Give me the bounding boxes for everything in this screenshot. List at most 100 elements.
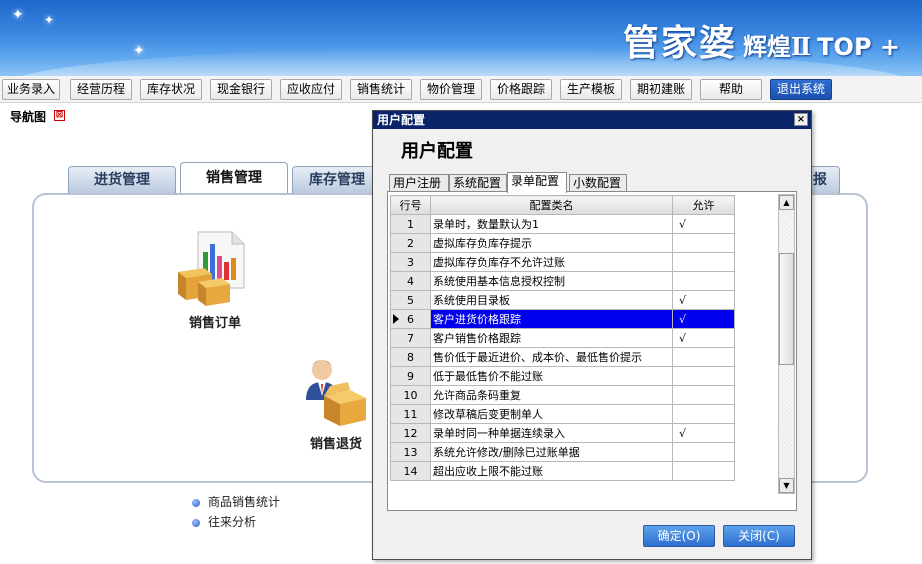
user-config-dialog: 用户配置 × 用户配置 用户注册 系统配置 录单配置 小数配置 行号 配置类名 … (372, 110, 812, 560)
toolbar-production-template-button[interactable]: 生产模板 (560, 79, 622, 100)
table-row[interactable]: 8 售价低于最近进价、成本价、最低售价提示 (390, 347, 735, 367)
allow-checkbox[interactable]: √ (672, 309, 735, 329)
bullet-icon (192, 498, 200, 507)
tab-sales-management[interactable]: 销售管理 (180, 162, 288, 195)
brand-main: 管家婆 (622, 22, 737, 64)
entry-config-panel: 行号 配置类名 允许 1 录单时，数量默认为1 √ 2 虚拟库存负库存提示 3 虚拟库存… (387, 191, 797, 511)
row-number: 12 (390, 423, 431, 443)
config-name: 修改草稿后变更制单人 (430, 404, 673, 424)
config-name: 低于最低售价不能过账 (430, 366, 673, 386)
main-toolbar: 业务录入 经营历程 库存状况 现金银行 应收应付 销售统计 物价管理 价格跟踪 … (0, 76, 922, 103)
row-number: 8 (390, 347, 431, 367)
toolbar-price-management-button[interactable]: 物价管理 (420, 79, 482, 100)
column-header-allow[interactable]: 允许 (672, 195, 735, 215)
table-row[interactable]: 11 修改草稿后变更制单人 (390, 404, 735, 424)
allow-checkbox[interactable]: √ (672, 423, 735, 443)
allow-checkbox[interactable] (672, 385, 735, 405)
sales-order-icon[interactable] (176, 228, 246, 306)
toolbar-operation-history-button[interactable]: 经营历程 (70, 79, 132, 100)
nav-map-tab[interactable]: 导航图 (10, 108, 46, 125)
close-icon[interactable]: ⊠ (54, 110, 65, 121)
row-number: 3 (390, 252, 431, 272)
config-grid: 行号 配置类名 允许 1 录单时，数量默认为1 √ 2 虚拟库存负库存提示 3 虚拟库存… (390, 195, 735, 481)
allow-checkbox[interactable]: √ (672, 328, 735, 348)
sales-order-label[interactable]: 销售订单 (189, 312, 241, 331)
toolbar-inventory-status-button[interactable]: 库存状况 (140, 79, 202, 100)
config-name: 允许商品条码重复 (430, 385, 673, 405)
scroll-down-arrow-icon[interactable]: ▼ (779, 478, 794, 493)
star-icon: ✦ (133, 43, 145, 59)
tab-user-registration[interactable]: 用户注册 (389, 174, 449, 192)
tab-entry-config[interactable]: 录单配置 (507, 172, 567, 193)
allow-checkbox[interactable] (672, 442, 735, 462)
config-name: 录单时同一种单据连续录入 (430, 423, 673, 443)
table-row[interactable]: 9 低于最低售价不能过账 (390, 366, 735, 386)
header-banner: ✦ ✦ ✦ 管家婆 辉煌Ⅱ TOP + (0, 0, 922, 76)
row-number: 6 (390, 309, 431, 329)
link-product-sales-statistics[interactable]: 商品销售统计 (192, 493, 280, 510)
toolbar-opening-setup-button[interactable]: 期初建账 (630, 79, 692, 100)
link-label: 商品销售统计 (208, 495, 281, 509)
toolbar-business-entry-button[interactable]: 业务录入 (2, 79, 60, 100)
close-button[interactable]: 关闭(C) (723, 525, 795, 547)
config-name: 客户销售价格跟踪 (430, 328, 673, 348)
link-transaction-analysis[interactable]: 往来分析 (192, 513, 256, 530)
table-row[interactable]: 5 系统使用目录板 √ (390, 290, 735, 310)
tab-system-config[interactable]: 系统配置 (449, 174, 507, 192)
toolbar-cash-bank-button[interactable]: 现金银行 (210, 79, 272, 100)
column-header-row-number[interactable]: 行号 (390, 195, 431, 215)
row-number: 13 (390, 442, 431, 462)
row-number: 4 (390, 271, 431, 291)
tab-inventory-management[interactable]: 库存管理 (292, 166, 382, 194)
allow-checkbox[interactable] (672, 347, 735, 367)
allow-checkbox[interactable] (672, 404, 735, 424)
sales-return-icon[interactable] (300, 356, 370, 428)
allow-checkbox[interactable] (672, 461, 735, 481)
row-number: 2 (390, 233, 431, 253)
table-row[interactable]: 12 录单时同一种单据连续录入 √ (390, 423, 735, 443)
link-label: 往来分析 (208, 515, 257, 529)
sales-return-label[interactable]: 销售退货 (310, 433, 362, 452)
table-row[interactable]: 7 客户销售价格跟踪 √ (390, 328, 735, 348)
table-row[interactable]: 14 超出应收上限不能过账 (390, 461, 735, 481)
close-icon[interactable]: × (794, 113, 808, 126)
scroll-up-arrow-icon[interactable]: ▲ (779, 195, 794, 210)
toolbar-help-button[interactable]: 帮助 (700, 79, 762, 100)
allow-checkbox[interactable] (672, 366, 735, 386)
allow-checkbox[interactable]: √ (672, 214, 735, 234)
table-row[interactable]: 2 虚拟库存负库存提示 (390, 233, 735, 253)
toolbar-price-tracking-button[interactable]: 价格跟踪 (490, 79, 552, 100)
table-row[interactable]: 13 系统允许修改/删除已过账单据 (390, 442, 735, 462)
config-name: 超出应收上限不能过账 (430, 461, 673, 481)
dialog-title: 用户配置 (377, 113, 426, 127)
allow-checkbox[interactable]: √ (672, 290, 735, 310)
tab-decimal-config[interactable]: 小数配置 (569, 174, 627, 192)
row-number: 5 (390, 290, 431, 310)
dialog-titlebar[interactable]: 用户配置 × (373, 111, 811, 129)
row-pointer-icon (393, 314, 399, 324)
ok-button[interactable]: 确定(O) (643, 525, 715, 547)
table-row[interactable]: 3 虚拟库存负库存不允许过账 (390, 252, 735, 272)
tab-purchase-management[interactable]: 进货管理 (68, 166, 176, 194)
column-header-config-name[interactable]: 配置类名 (430, 195, 673, 215)
config-name: 虚拟库存负库存提示 (430, 233, 673, 253)
allow-checkbox[interactable] (672, 271, 735, 291)
toolbar-sales-statistics-button[interactable]: 销售统计 (350, 79, 412, 100)
grid-vertical-scrollbar[interactable]: ▲ ▼ (778, 194, 795, 494)
scroll-thumb[interactable] (779, 253, 794, 365)
toolbar-receivable-payable-button[interactable]: 应收应付 (280, 79, 342, 100)
allow-checkbox[interactable] (672, 252, 735, 272)
star-icon: ✦ (12, 7, 24, 23)
table-row[interactable]: 4 系统使用基本信息授权控制 (390, 271, 735, 291)
grid-header-row: 行号 配置类名 允许 (390, 195, 735, 215)
table-row-selected[interactable]: 6 客户进货价格跟踪 √ (390, 309, 735, 329)
row-number: 1 (390, 214, 431, 234)
allow-checkbox[interactable] (672, 233, 735, 253)
toolbar-exit-system-button[interactable]: 退出系统 (770, 79, 832, 100)
config-name: 客户进货价格跟踪 (430, 309, 673, 329)
brand-sub: 辉煌Ⅱ (742, 32, 812, 61)
row-number: 9 (390, 366, 431, 386)
table-row[interactable]: 10 允许商品条码重复 (390, 385, 735, 405)
table-row[interactable]: 1 录单时，数量默认为1 √ (390, 214, 735, 234)
row-number: 11 (390, 404, 431, 424)
